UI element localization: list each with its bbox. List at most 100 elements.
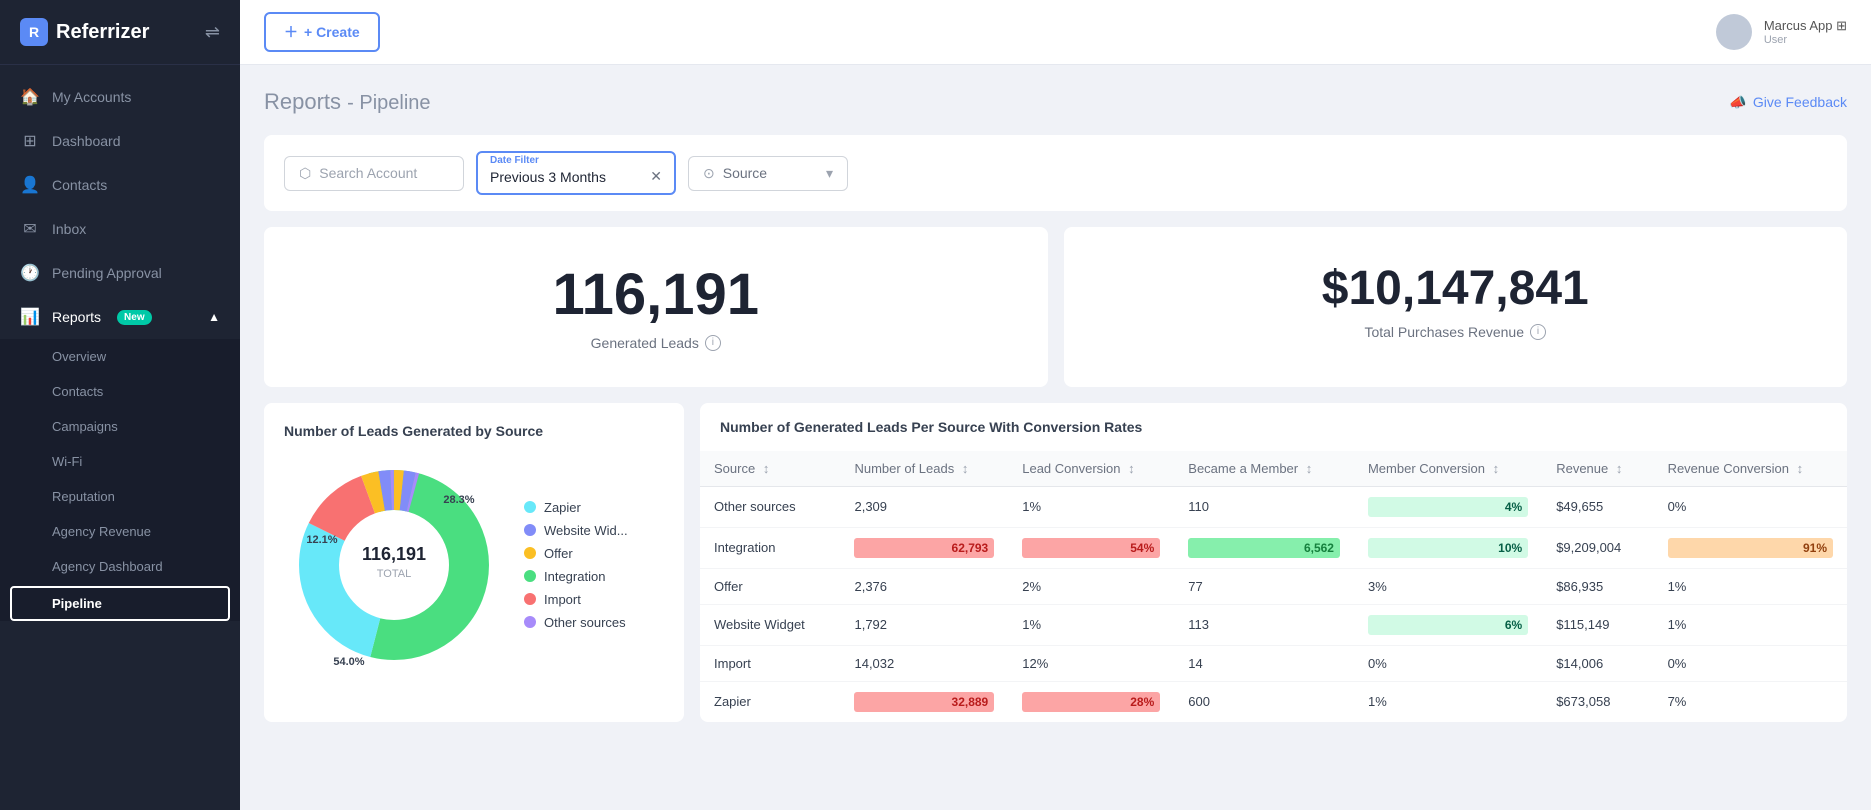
cell-bar: 28% [1022, 692, 1160, 712]
sidebar-logo: R Referrizer ⇌ [0, 0, 240, 65]
sidebar-sub-reputation[interactable]: Reputation [0, 479, 240, 514]
sidebar-sub-wifi[interactable]: Wi-Fi [0, 444, 240, 479]
leads-info-icon[interactable]: i [705, 335, 721, 351]
table-cell-member: 110 [1174, 486, 1354, 527]
legend-other-sources: Other sources [524, 615, 628, 630]
table-cell: 0% [1354, 645, 1542, 681]
other-sources-dot [524, 616, 536, 628]
sidebar-item-dashboard[interactable]: ⊞ Dashboard [0, 119, 240, 163]
table-cell: $86,935 [1542, 568, 1653, 604]
table-cell-member: 6,562 [1174, 527, 1354, 568]
table-cell-member: 14 [1174, 645, 1354, 681]
cell-bar-leads: 32,889 [854, 692, 994, 712]
sidebar-sub-pipeline[interactable]: Pipeline [10, 586, 230, 621]
date-filter-close[interactable]: ✕ [650, 168, 662, 185]
sidebar-item-my-accounts[interactable]: 🏠 My Accounts [0, 75, 240, 119]
table-cell-leads: 2,309 [840, 486, 1008, 527]
revenue-info-icon[interactable]: i [1530, 324, 1546, 340]
donut-svg: 116,191 TOTAL 28.3% 12.1% 54.0% [284, 455, 504, 675]
reports-arrow: ▲ [208, 310, 220, 324]
table-header: Source ↕ Number of Leads ↕ Lead Conversi… [700, 451, 1847, 487]
donut-chart-title: Number of Leads Generated by Source [284, 423, 664, 439]
donut-chart-card: Number of Leads Generated by Source [264, 403, 684, 722]
table-cell: $673,058 [1542, 681, 1653, 722]
legend-offer: Offer [524, 546, 628, 561]
table-cell-member: 113 [1174, 604, 1354, 645]
source-dropdown-icon: ▾ [826, 165, 833, 182]
legend-import: Import [524, 592, 628, 607]
table-cell: 1% [1354, 681, 1542, 722]
topbar-right: Marcus App ⊞ User [1716, 14, 1847, 50]
cell-bar-leads: 62,793 [854, 538, 994, 558]
megaphone-icon: 📣 [1729, 94, 1746, 111]
reports-badge: New [117, 310, 152, 325]
date-filter[interactable]: Date Filter Previous 3 Months ✕ [476, 151, 676, 195]
table-cell-leads: 14,032 [840, 645, 1008, 681]
cell-bar: 91% [1668, 538, 1833, 558]
table-cell: $115,149 [1542, 604, 1653, 645]
table-cell-leads: 32,889 [840, 681, 1008, 722]
col-lead-conv[interactable]: Lead Conversion ↕ [1008, 451, 1174, 487]
svg-text:28.3%: 28.3% [443, 494, 474, 506]
sidebar-item-pending-approval[interactable]: 🕐 Pending Approval [0, 251, 240, 295]
reports-icon: 📊 [20, 307, 40, 327]
col-leads[interactable]: Number of Leads ↕ [840, 451, 1008, 487]
table-cell: Zapier [700, 681, 840, 722]
sidebar-item-inbox[interactable]: ✉ Inbox [0, 207, 240, 251]
table-cell: $9,209,004 [1542, 527, 1653, 568]
sidebar-item-contacts[interactable]: 👤 Contacts [0, 163, 240, 207]
sidebar-toggle[interactable]: ⇌ [205, 22, 220, 43]
create-plus-icon: ＋ [284, 22, 298, 42]
table-cell: 4% [1354, 486, 1542, 527]
col-member[interactable]: Became a Member ↕ [1174, 451, 1354, 487]
leads-table-card: Number of Generated Leads Per Source Wit… [700, 403, 1847, 722]
offer-dot [524, 547, 536, 559]
generated-leads-card: 116,191 Generated Leads i [264, 227, 1048, 387]
table-cell: 3% [1354, 568, 1542, 604]
svg-text:TOTAL: TOTAL [377, 568, 411, 580]
dashboard-icon: ⊞ [20, 131, 40, 151]
search-account-filter[interactable]: ⬡ Search Account [284, 156, 464, 191]
website-widget-dot [524, 524, 536, 536]
app-name: R Referrizer [20, 18, 149, 46]
legend-integration: Integration [524, 569, 628, 584]
donut-legend: Zapier Website Wid... Offer Integra [524, 500, 628, 630]
table-row: Import14,03212%140%$14,0060% [700, 645, 1847, 681]
sidebar-sub-campaigns[interactable]: Campaigns [0, 409, 240, 444]
table-cell: 28% [1008, 681, 1174, 722]
revenue-label: Total Purchases Revenue i [1088, 324, 1824, 340]
table-row: Offer2,3762%773%$86,9351% [700, 568, 1847, 604]
legend-website-widget: Website Wid... [524, 523, 628, 538]
table-cell-member: 77 [1174, 568, 1354, 604]
table-cell-member: 600 [1174, 681, 1354, 722]
sidebar-sub-contacts[interactable]: Contacts [0, 374, 240, 409]
stats-row: 116,191 Generated Leads i $10,147,841 To… [264, 227, 1847, 387]
source-filter[interactable]: ⊙ Source ▾ [688, 156, 848, 191]
home-icon: 🏠 [20, 87, 40, 107]
table-row: Zapier32,88928%6001%$673,0587% [700, 681, 1847, 722]
cell-bar: 6% [1368, 615, 1528, 635]
feedback-link[interactable]: 📣 Give Feedback [1729, 94, 1847, 111]
table-cell: 1% [1654, 604, 1847, 645]
col-rev-conv[interactable]: Revenue Conversion ↕ [1654, 451, 1847, 487]
table-cell: 54% [1008, 527, 1174, 568]
col-revenue[interactable]: Revenue ↕ [1542, 451, 1653, 487]
col-source[interactable]: Source ↕ [700, 451, 840, 487]
table-cell: Integration [700, 527, 840, 568]
legend-zapier: Zapier [524, 500, 628, 515]
table-cell-leads: 1,792 [840, 604, 1008, 645]
table-row: Integration62,79354%6,56210%$9,209,00491… [700, 527, 1847, 568]
source-icon: ⊙ [703, 165, 715, 182]
table-cell: 6% [1354, 604, 1542, 645]
table-cell: 1% [1008, 604, 1174, 645]
col-member-conv[interactable]: Member Conversion ↕ [1354, 451, 1542, 487]
table-row: Website Widget1,7921%1136%$115,1491% [700, 604, 1847, 645]
sidebar-sub-agency-revenue[interactable]: Agency Revenue [0, 514, 240, 549]
sidebar-sub-agency-dashboard[interactable]: Agency Dashboard [0, 549, 240, 584]
table-cell-leads: 2,376 [840, 568, 1008, 604]
table-cell: 0% [1654, 486, 1847, 527]
create-button[interactable]: ＋ + Create [264, 12, 380, 52]
sidebar-sub-overview[interactable]: Overview [0, 339, 240, 374]
sidebar-item-reports[interactable]: 📊 Reports New ▲ [0, 295, 240, 339]
cell-bar: 4% [1368, 497, 1528, 517]
